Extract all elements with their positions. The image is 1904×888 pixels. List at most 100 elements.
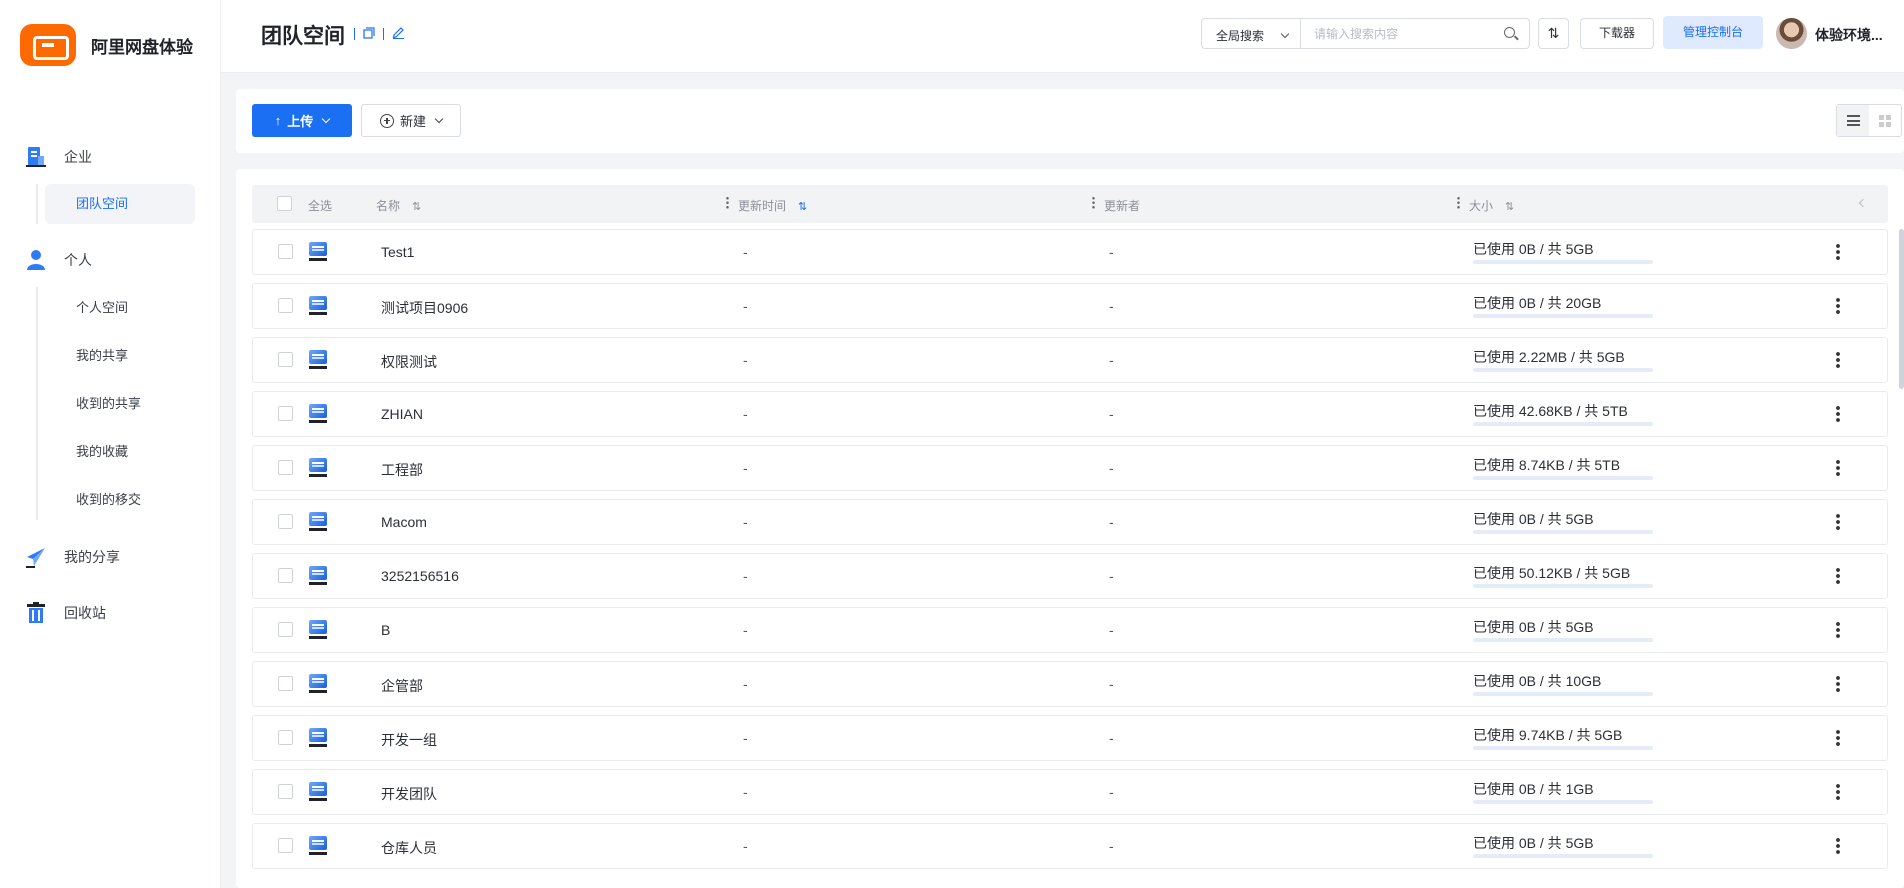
more-options-icon[interactable] bbox=[1836, 351, 1840, 369]
row-checkbox[interactable] bbox=[278, 622, 293, 637]
sidebar-item-personal[interactable]: 个人 bbox=[26, 249, 92, 271]
upload-button[interactable]: ↑ 上传 bbox=[252, 104, 352, 137]
row-size: 已使用 42.68KB / 共 5TB bbox=[1473, 403, 1628, 419]
search-scope-select[interactable]: 全局搜索 bbox=[1201, 18, 1301, 49]
row-checkbox[interactable] bbox=[278, 730, 293, 745]
avatar[interactable] bbox=[1776, 18, 1807, 49]
more-options-icon[interactable] bbox=[1836, 621, 1840, 639]
sidebar-item-enterprise[interactable]: 企业 bbox=[26, 146, 92, 168]
more-options-icon[interactable] bbox=[1836, 783, 1840, 801]
column-size[interactable]: 大小 ⇅ bbox=[1469, 197, 1514, 214]
new-button[interactable]: 新建 bbox=[361, 104, 461, 137]
row-name[interactable]: 测试项目0906 bbox=[381, 298, 468, 318]
more-options-icon[interactable] bbox=[1836, 459, 1840, 477]
sidebar-item-received-shared[interactable]: 收到的共享 bbox=[45, 384, 195, 424]
table-row[interactable]: 权限测试 - - 已使用 2.22MB / 共 5GB bbox=[252, 337, 1888, 383]
table-row[interactable]: 企管部 - - 已使用 0B / 共 10GB bbox=[252, 661, 1888, 707]
table-row[interactable]: ZHIAN - - 已使用 42.68KB / 共 5TB bbox=[252, 391, 1888, 437]
table-row[interactable]: Test1 - - 已使用 0B / 共 5GB bbox=[252, 229, 1888, 275]
usage-progress-bar bbox=[1473, 638, 1653, 642]
sort-icon[interactable]: ⇅ bbox=[798, 201, 807, 213]
list-view-button[interactable] bbox=[1837, 105, 1869, 136]
table-row[interactable]: 测试项目0906 - - 已使用 0B / 共 20GB bbox=[252, 283, 1888, 329]
row-name[interactable]: 开发一组 bbox=[381, 730, 437, 750]
edit-icon[interactable] bbox=[392, 26, 405, 42]
table-row[interactable]: 开发团队 - - 已使用 0B / 共 1GB bbox=[252, 769, 1888, 815]
column-updater[interactable]: 更新者 bbox=[1104, 197, 1140, 214]
sidebar-item-my-shares[interactable]: 我的分享 bbox=[26, 546, 120, 568]
more-options-icon[interactable] bbox=[1836, 513, 1840, 531]
row-name[interactable]: 3252156516 bbox=[381, 568, 459, 584]
select-all-checkbox[interactable] bbox=[277, 196, 292, 211]
row-size: 已使用 0B / 共 5GB bbox=[1473, 511, 1594, 527]
sidebar-item-received-transfer[interactable]: 收到的移交 bbox=[45, 480, 195, 520]
row-name[interactable]: ZHIAN bbox=[381, 406, 423, 422]
row-checkbox[interactable] bbox=[278, 244, 293, 259]
more-options-icon[interactable] bbox=[1836, 675, 1840, 693]
admin-console-button[interactable]: 管理控制台 bbox=[1663, 16, 1763, 49]
downloader-button[interactable]: 下载器 bbox=[1580, 18, 1654, 49]
row-checkbox[interactable] bbox=[278, 568, 293, 583]
grid-view-button[interactable] bbox=[1869, 105, 1901, 136]
row-name[interactable]: 仓库人员 bbox=[381, 838, 437, 858]
row-checkbox[interactable] bbox=[278, 676, 293, 691]
row-checkbox[interactable] bbox=[278, 838, 293, 853]
row-name[interactable]: 权限测试 bbox=[381, 352, 437, 372]
search-input[interactable] bbox=[1300, 19, 1490, 48]
header: 团队空间 全局搜索 ⇅ 下载器 管理控制台 体验环境... bbox=[221, 0, 1904, 73]
row-checkbox[interactable] bbox=[278, 298, 293, 313]
row-checkbox[interactable] bbox=[278, 784, 293, 799]
table-row[interactable]: Macom - - 已使用 0B / 共 5GB bbox=[252, 499, 1888, 545]
sidebar-item-team-space[interactable]: 团队空间 bbox=[45, 184, 195, 224]
copy-icon[interactable] bbox=[363, 26, 375, 42]
column-updated-time[interactable]: 更新时间 ⇅ bbox=[738, 197, 807, 214]
more-options-icon[interactable] bbox=[1836, 243, 1840, 261]
user-name[interactable]: 体验环境... bbox=[1815, 25, 1897, 45]
more-options-icon[interactable] bbox=[1836, 837, 1840, 855]
search-icon[interactable] bbox=[1504, 27, 1515, 38]
more-options-icon[interactable] bbox=[1836, 567, 1840, 585]
chevron-left-icon[interactable] bbox=[1858, 198, 1868, 208]
sidebar-item-recycle-bin[interactable]: 回收站 bbox=[26, 602, 106, 624]
scrollbar[interactable] bbox=[1899, 229, 1904, 389]
sort-button[interactable]: ⇅ bbox=[1538, 18, 1569, 49]
row-name[interactable]: Test1 bbox=[381, 244, 414, 260]
sidebar-item-personal-space[interactable]: 个人空间 bbox=[45, 288, 195, 328]
sort-icon[interactable]: ⇅ bbox=[412, 201, 421, 213]
row-name[interactable]: 企管部 bbox=[381, 676, 423, 696]
row-updated-time: - bbox=[743, 568, 748, 584]
column-name[interactable]: 名称 ⇅ bbox=[376, 197, 421, 214]
more-options-icon[interactable] bbox=[1836, 297, 1840, 315]
row-name[interactable]: B bbox=[381, 622, 390, 638]
more-options-icon[interactable] bbox=[1836, 729, 1840, 747]
toolbar: ↑ 上传 新建 bbox=[236, 89, 1904, 153]
table-row[interactable]: 仓库人员 - - 已使用 0B / 共 5GB bbox=[252, 823, 1888, 869]
table-row[interactable]: B - - 已使用 0B / 共 5GB bbox=[252, 607, 1888, 653]
column-resize-handle[interactable] bbox=[726, 196, 729, 209]
brand[interactable]: 阿里网盘体验 bbox=[20, 24, 193, 66]
row-updated-time: - bbox=[743, 730, 748, 746]
row-updater: - bbox=[1109, 568, 1114, 584]
table-row[interactable]: 3252156516 - - 已使用 50.12KB / 共 5GB bbox=[252, 553, 1888, 599]
row-name[interactable]: Macom bbox=[381, 514, 427, 530]
sort-icon[interactable]: ⇅ bbox=[1505, 201, 1514, 213]
row-checkbox[interactable] bbox=[278, 406, 293, 421]
sort-icon: ⇅ bbox=[1547, 25, 1560, 41]
row-updater: - bbox=[1109, 406, 1114, 422]
row-checkbox[interactable] bbox=[278, 352, 293, 367]
row-name[interactable]: 工程部 bbox=[381, 460, 423, 480]
sidebar-item-my-shared[interactable]: 我的共享 bbox=[45, 336, 195, 376]
row-updated-time: - bbox=[743, 514, 748, 530]
row-name[interactable]: 开发团队 bbox=[381, 784, 437, 804]
column-resize-handle[interactable] bbox=[1092, 196, 1095, 209]
table-row[interactable]: 工程部 - - 已使用 8.74KB / 共 5TB bbox=[252, 445, 1888, 491]
table-row[interactable]: 开发一组 - - 已使用 9.74KB / 共 5GB bbox=[252, 715, 1888, 761]
row-updater: - bbox=[1109, 676, 1114, 692]
row-updater: - bbox=[1109, 460, 1114, 476]
more-options-icon[interactable] bbox=[1836, 405, 1840, 423]
row-checkbox[interactable] bbox=[278, 514, 293, 529]
row-checkbox[interactable] bbox=[278, 460, 293, 475]
column-resize-handle[interactable] bbox=[1457, 196, 1460, 209]
file-table: 全选 名称 ⇅ 更新时间 ⇅ 更新者 大小 ⇅ Test1 - - 已使用 0B / 共 5… bbox=[236, 169, 1904, 888]
sidebar-item-favorites[interactable]: 我的收藏 bbox=[45, 432, 195, 472]
